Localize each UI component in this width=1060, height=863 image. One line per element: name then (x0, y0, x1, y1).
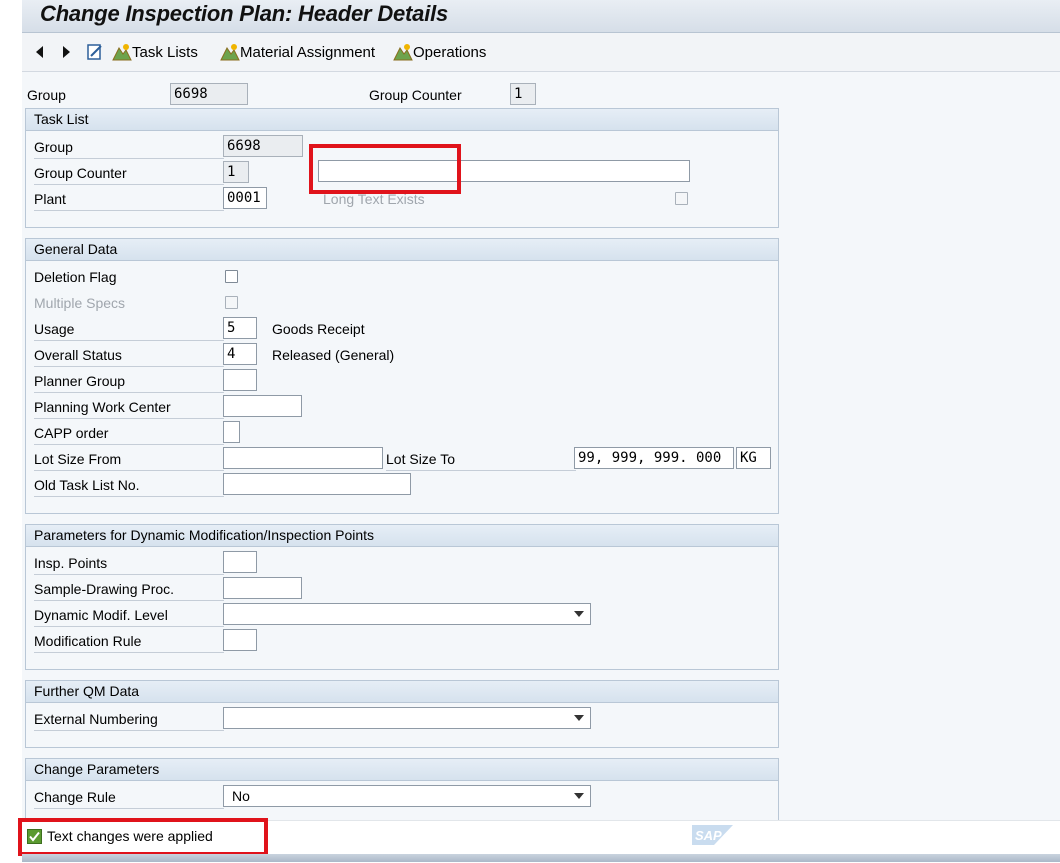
back-button[interactable] (34, 33, 44, 71)
highlight-box-status (18, 818, 268, 856)
lot-size-to-input[interactable]: 99, 999, 999. 000 (574, 447, 734, 469)
plant-input[interactable]: 0001 (223, 187, 267, 209)
task-lists-label: Task Lists (132, 43, 198, 61)
application-toolbar: Task Lists Material Assignment Operation… (22, 33, 1060, 72)
change-rule-value: No (232, 788, 250, 804)
sample-drawing-input[interactable] (223, 577, 302, 599)
external-numbering-label: External Numbering (34, 708, 224, 731)
long-text-exists-checkbox (675, 192, 688, 205)
dynamic-modification-group-title: Parameters for Dynamic Modification/Insp… (26, 525, 778, 547)
multiple-specs-checkbox (225, 296, 238, 309)
dropdown-arrow-icon (574, 715, 584, 721)
task-lists-button[interactable]: Task Lists (112, 33, 198, 71)
mountain-icon (112, 43, 132, 61)
lot-size-to-label: Lot Size To (386, 448, 576, 471)
highlight-box-description (309, 144, 461, 194)
task-list-group-counter-field: 1 (223, 161, 249, 183)
task-list-group-field: 6698 (223, 135, 303, 157)
capp-order-label: CAPP order (34, 422, 224, 445)
old-task-list-input[interactable] (223, 473, 411, 495)
planning-work-center-label: Planning Work Center (34, 396, 224, 419)
dynamic-modif-level-label: Dynamic Modif. Level (34, 604, 224, 627)
task-list-group-label: Group (34, 136, 224, 159)
sap-logo-text: SAP (695, 828, 722, 843)
insp-points-label: Insp. Points (34, 552, 224, 575)
sample-drawing-label: Sample-Drawing Proc. (34, 578, 224, 601)
further-qm-group-title: Further QM Data (26, 681, 778, 703)
dropdown-arrow-icon (574, 611, 584, 617)
modification-rule-label: Modification Rule (34, 630, 224, 653)
overall-status-input[interactable]: 4 (223, 343, 257, 365)
group-label: Group (27, 87, 66, 103)
planner-group-label: Planner Group (34, 370, 224, 393)
planning-work-center-input[interactable] (223, 395, 302, 417)
dropdown-arrow-icon (574, 793, 584, 799)
multiple-specs-label: Multiple Specs (34, 295, 126, 311)
capp-order-input[interactable] (223, 421, 240, 443)
forward-button[interactable] (62, 33, 72, 71)
lot-size-unit-input[interactable]: KG (736, 447, 771, 469)
overall-status-text: Released (General) (272, 347, 395, 363)
general-data-group-title: General Data (26, 239, 778, 261)
modification-rule-input[interactable] (223, 629, 257, 651)
lot-size-from-input[interactable] (223, 447, 383, 469)
planner-group-input[interactable] (223, 369, 257, 391)
forward-arrow-icon (62, 45, 72, 59)
overall-status-label: Overall Status (34, 344, 224, 367)
deletion-flag-label: Deletion Flag (34, 269, 117, 285)
edit-button[interactable] (86, 33, 104, 71)
group-field: 6698 (170, 83, 248, 105)
title-bar: Change Inspection Plan: Header Details (22, 0, 1060, 33)
operations-button[interactable]: Operations (393, 33, 486, 71)
usage-label: Usage (34, 318, 224, 341)
usage-text: Goods Receipt (272, 321, 365, 337)
back-arrow-icon (34, 45, 44, 59)
operations-label: Operations (413, 43, 487, 61)
task-list-group-counter-label: Group Counter (34, 162, 224, 185)
lot-size-from-label: Lot Size From (34, 448, 224, 471)
usage-input[interactable]: 5 (223, 317, 257, 339)
material-assignment-label: Material Assignment (240, 43, 376, 61)
group-counter-field: 1 (510, 83, 536, 105)
mountain-icon (393, 43, 413, 61)
old-task-list-label: Old Task List No. (34, 474, 224, 497)
plant-label: Plant (34, 188, 224, 211)
dynamic-modif-level-dropdown[interactable] (223, 603, 591, 625)
edit-icon (86, 43, 104, 61)
change-rule-dropdown[interactable]: No (223, 785, 591, 807)
insp-points-input[interactable] (223, 551, 257, 573)
bottom-frame (22, 854, 1060, 862)
sap-logo: SAP (690, 824, 734, 846)
mountain-icon (220, 43, 240, 61)
page-title: Change Inspection Plan: Header Details (40, 1, 449, 26)
group-counter-label: Group Counter (369, 87, 462, 103)
material-assignment-button[interactable]: Material Assignment (220, 33, 375, 71)
task-list-group-title: Task List (26, 109, 778, 131)
change-parameters-group-title: Change Parameters (26, 759, 778, 781)
external-numbering-dropdown[interactable] (223, 707, 591, 729)
change-rule-label: Change Rule (34, 786, 224, 809)
deletion-flag-checkbox[interactable] (225, 270, 238, 283)
